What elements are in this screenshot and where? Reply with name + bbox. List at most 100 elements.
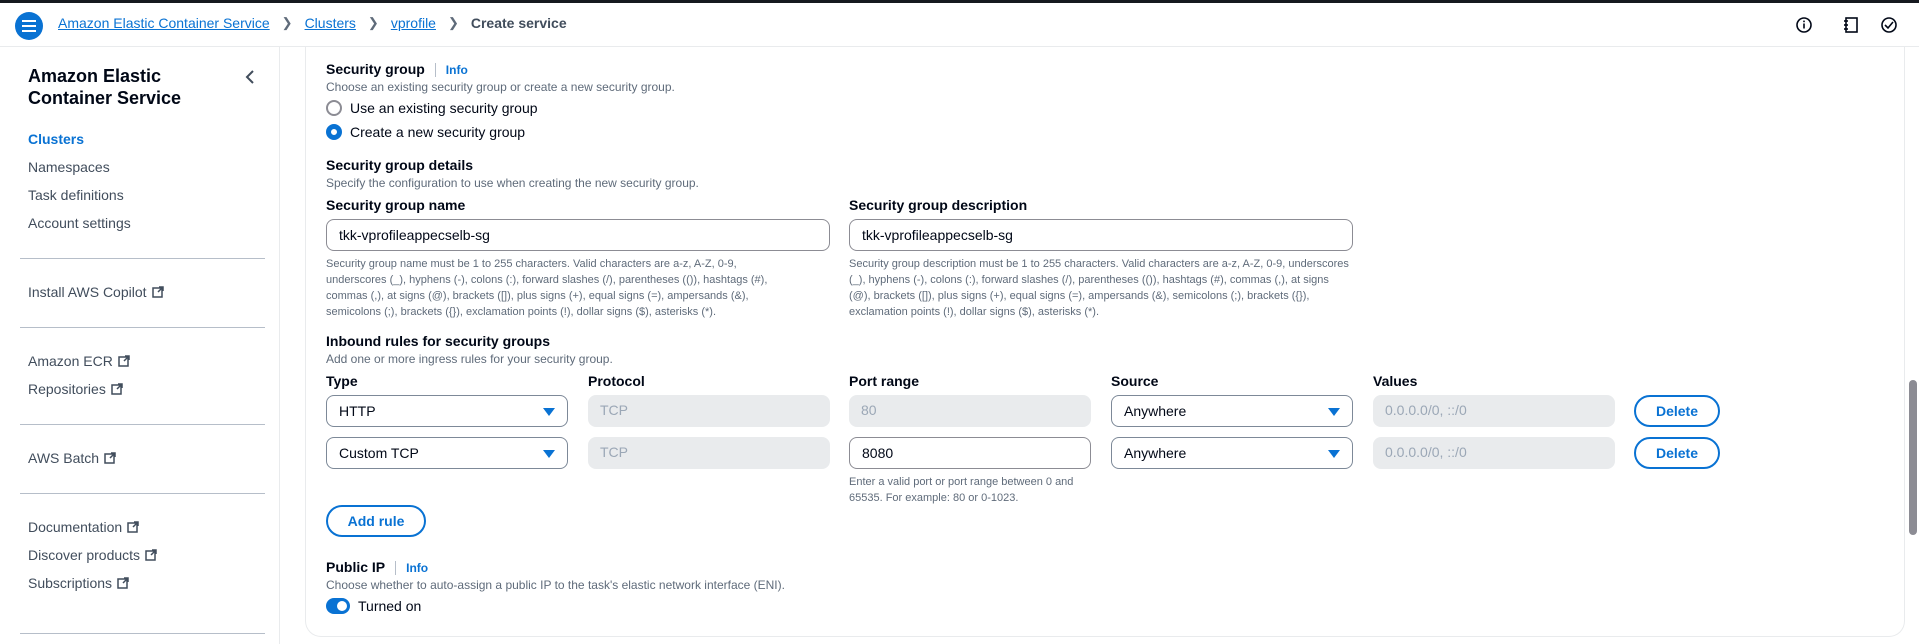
rule-source-select[interactable]: Anywhere [1111,395,1353,427]
chevron-right-icon: ❯ [367,15,379,30]
nav-divider [20,424,265,425]
radio-label: Create a new security group [350,124,526,140]
inbound-rules-description: Add one or more ingress rules for your s… [326,352,613,366]
rule-values-input: 0.0.0.0/0, ::/0 [1373,437,1615,469]
breadcrumb-vprofile[interactable]: vprofile [391,15,436,31]
external-link-icon [111,383,123,395]
sidebar-item-label: Repositories [28,381,106,397]
radio-use-existing[interactable]: Use an existing security group [326,100,538,116]
notes-icon[interactable] [1841,15,1861,35]
sidebar-item-label: Amazon ECR [28,353,113,369]
security-group-description-input[interactable]: tkk-vprofileappecselb-sg [849,219,1353,251]
external-link-icon [127,521,139,533]
security-group-details-description: Specify the configuration to use when cr… [326,176,699,190]
add-rule-button[interactable]: Add rule [326,505,426,537]
external-link-icon [117,577,129,589]
security-group-name-input[interactable]: tkk-vprofileappecselb-sg [326,219,830,251]
nav-divider [20,327,265,328]
breadcrumb-current: Create service [470,15,567,31]
sidebar-item-task-definitions[interactable]: Task definitions [28,187,124,203]
security-group-name-label: Security group name [326,197,466,213]
caret-down-icon [1328,450,1340,458]
sidebar-item-install-aws-copilot[interactable]: Install AWS Copilot [28,284,164,300]
side-nav-title: Amazon Elastic Container Service [28,66,182,108]
column-header-type: Type [326,373,358,389]
breadcrumb-clusters[interactable]: Clusters [305,15,356,31]
sidebar-item-label: Task definitions [28,187,124,203]
sidebar-item-clusters[interactable]: Clusters [28,131,84,147]
sidebar-item-repositories[interactable]: Repositories [28,381,123,397]
select-value: Anywhere [1124,445,1187,461]
security-group-info-link[interactable]: Info [434,63,468,77]
sidebar-item-label: Account settings [28,215,131,231]
select-value: Anywhere [1124,403,1187,419]
security-group-title: Security group [326,61,425,77]
external-link-icon [145,549,157,561]
radio-button-checked[interactable] [326,124,342,140]
sidebar-item-label: AWS Batch [28,450,100,466]
security-group-description-label: Security group description [849,197,1028,213]
sidebar-item-documentation[interactable]: Documentation [28,519,139,535]
chevron-right-icon: ❯ [447,15,459,30]
external-link-icon [151,286,164,298]
menu-icon[interactable] [15,12,43,40]
vertical-scrollbar[interactable] [1909,380,1917,535]
rule-type-select[interactable]: Custom TCP [326,437,568,469]
sidebar-item-discover-products[interactable]: Discover products [28,547,157,563]
sidebar-item-label: Discover products [28,547,141,563]
column-header-protocol: Protocol [588,373,645,389]
column-header-source: Source [1111,373,1159,389]
select-value: Custom TCP [339,445,419,461]
column-header-port-range: Port range [849,373,920,389]
select-value: HTTP [339,403,376,419]
sidebar-item-namespaces[interactable]: Namespaces [28,159,110,175]
external-link-icon [104,452,116,464]
public-ip-description: Choose whether to auto-assign a public I… [326,578,785,592]
delete-rule-button[interactable]: Delete [1634,395,1720,427]
nav-divider [20,493,265,494]
rule-port-input: 80 [849,395,1091,427]
chevron-right-icon: ❯ [281,15,293,30]
sidebar-item-label: Namespaces [28,159,110,175]
security-group-description-help: Security group description must be 1 to … [849,258,1349,318]
breadcrumb-ecs[interactable]: Amazon Elastic Container Service [58,15,270,31]
info-icon[interactable] [1794,15,1814,35]
rule-values-input: 0.0.0.0/0, ::/0 [1373,395,1615,427]
radio-label: Use an existing security group [350,100,538,116]
side-navigation: Amazon Elastic Container Service Cluster… [0,47,280,644]
security-group-details-title: Security group details [326,157,474,173]
sidebar-item-label: Documentation [28,519,123,535]
sidebar-item-label: Install AWS Copilot [28,284,147,300]
status-icon[interactable] [1879,15,1899,35]
rule-type-select[interactable]: HTTP [326,395,568,427]
public-ip-title: Public IP [326,559,386,575]
sidebar-item-amazon-ecr[interactable]: Amazon ECR [28,353,130,369]
rule-source-select[interactable]: Anywhere [1111,437,1353,469]
breadcrumb: Amazon Elastic Container Service ❯ Clust… [58,15,567,31]
top-navigation-bar: Amazon Elastic Container Service ❯ Clust… [0,0,1919,47]
public-ip-toggle[interactable] [326,598,350,614]
inbound-rules-title: Inbound rules for security groups [326,333,551,349]
nav-divider [20,633,265,634]
security-group-heading: Security group Info [326,61,468,77]
collapse-icon[interactable] [240,67,260,87]
port-range-help: Enter a valid port or port range between… [849,476,1074,504]
column-header-values: Values [1373,373,1418,389]
rule-port-input[interactable]: 8080 [849,437,1091,469]
caret-down-icon [543,408,555,416]
public-ip-info-link[interactable]: Info [395,561,429,575]
radio-button[interactable] [326,100,342,116]
public-ip-heading: Public IP Info [326,559,429,575]
nav-divider [20,258,265,259]
sidebar-item-subscriptions[interactable]: Subscriptions [28,575,129,591]
caret-down-icon [1328,408,1340,416]
rule-protocol-input: TCP [588,437,830,469]
security-group-name-help: Security group name must be 1 to 255 cha… [326,258,768,318]
public-ip-toggle-label: Turned on [358,598,422,614]
delete-rule-button[interactable]: Delete [1634,437,1720,469]
radio-create-new[interactable]: Create a new security group [326,124,525,140]
sidebar-item-aws-batch[interactable]: AWS Batch [28,450,116,466]
rule-protocol-input: TCP [588,395,830,427]
sidebar-item-account-settings[interactable]: Account settings [28,215,131,231]
caret-down-icon [543,450,555,458]
